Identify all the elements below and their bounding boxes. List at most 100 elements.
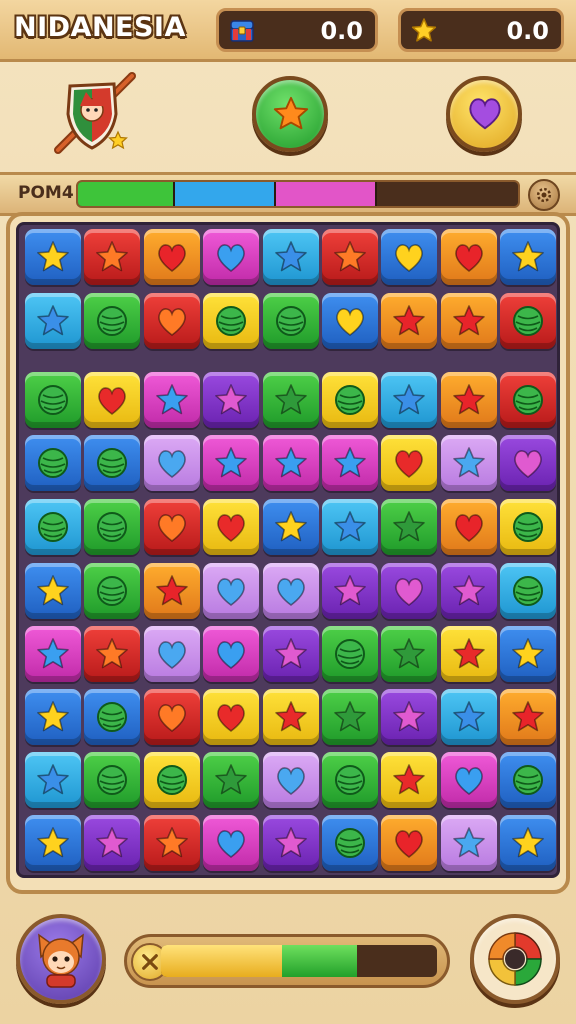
board-tile-orange-star[interactable] <box>500 689 557 745</box>
booster-dial-button[interactable] <box>470 914 560 1004</box>
board-tile-green-ball[interactable] <box>84 563 141 619</box>
board-tile-orange-heart[interactable] <box>381 815 438 871</box>
board-tile-yellow-star[interactable] <box>440 626 497 682</box>
board-tile-purple-star[interactable] <box>262 815 319 871</box>
board-tile-red-heart[interactable] <box>143 293 200 349</box>
board-tile-orange-heart[interactable] <box>143 229 200 285</box>
board-tile-blue-star[interactable] <box>25 815 81 871</box>
board-tile-red-ball[interactable] <box>500 293 557 349</box>
board-tile-red-heart[interactable] <box>143 689 200 745</box>
board-tile-green-ball[interactable] <box>322 752 378 808</box>
board-tile-cyan-star[interactable] <box>262 229 319 285</box>
board-tile-lavender-heart[interactable] <box>143 626 200 682</box>
board-tile-magenta-star[interactable] <box>322 435 378 491</box>
board-tile-magenta-star[interactable] <box>262 435 319 491</box>
board-tile-red-ball[interactable] <box>500 372 557 428</box>
board-tile-green-ball[interactable] <box>84 752 141 808</box>
board-tile-orange-star[interactable] <box>440 372 497 428</box>
board-tile-lavender-star[interactable] <box>440 815 497 871</box>
board-tile-green-star[interactable] <box>381 626 438 682</box>
ball-icon <box>97 576 128 606</box>
board-tile-yellow-heart[interactable] <box>203 499 260 555</box>
board-tile-lavender-heart[interactable] <box>262 752 319 808</box>
board-tile-cyan-ball[interactable] <box>25 499 81 555</box>
board-tile-blue-star[interactable] <box>500 229 557 285</box>
board-tile-lavender-heart[interactable] <box>203 563 260 619</box>
board-tile-cyan-star[interactable] <box>25 752 81 808</box>
board-tile-orange-star[interactable] <box>381 293 438 349</box>
board-tile-cyan-star[interactable] <box>440 689 497 745</box>
board-tile-blue-star[interactable] <box>500 815 557 871</box>
board-tile-purple-star[interactable] <box>440 563 497 619</box>
star-icon <box>393 384 426 415</box>
board-tile-blue-heart[interactable] <box>381 229 438 285</box>
board-tile-red-star[interactable] <box>84 229 141 285</box>
board-tile-cyan-star[interactable] <box>381 372 438 428</box>
board-tile-red-star[interactable] <box>143 815 200 871</box>
board-tile-red-star[interactable] <box>84 626 141 682</box>
board-tile-blue-ball[interactable] <box>322 815 378 871</box>
board-tile-orange-heart[interactable] <box>440 499 497 555</box>
star-booster-button[interactable] <box>252 76 328 152</box>
board-tile-magenta-heart[interactable] <box>440 752 497 808</box>
board-tile-blue-star[interactable] <box>25 689 81 745</box>
board-tile-lavender-star[interactable] <box>440 435 497 491</box>
board-tile-green-ball[interactable] <box>262 293 319 349</box>
board-tile-orange-heart[interactable] <box>440 229 497 285</box>
settings-button[interactable] <box>528 179 560 211</box>
board-tile-blue-ball[interactable] <box>84 689 141 745</box>
board-tile-purple-heart[interactable] <box>500 435 557 491</box>
avatar-button[interactable] <box>16 914 106 1004</box>
board-tile-magenta-star[interactable] <box>143 372 200 428</box>
board-tile-purple-star[interactable] <box>381 689 438 745</box>
ball-icon <box>97 306 128 336</box>
board-tile-green-star[interactable] <box>262 372 319 428</box>
board-tile-yellow-ball[interactable] <box>500 499 557 555</box>
board-tile-green-star[interactable] <box>381 499 438 555</box>
board-tile-lavender-heart[interactable] <box>262 563 319 619</box>
star-icon <box>274 638 307 669</box>
board-tile-yellow-ball[interactable] <box>203 293 260 349</box>
board-tile-blue-ball[interactable] <box>500 752 557 808</box>
board-tile-yellow-ball[interactable] <box>143 752 200 808</box>
board-tile-blue-ball[interactable] <box>84 435 141 491</box>
board-tile-blue-star[interactable] <box>25 229 81 285</box>
board-tile-blue-star[interactable] <box>25 563 81 619</box>
board-tile-green-ball[interactable] <box>322 626 378 682</box>
board-tile-yellow-heart[interactable] <box>381 435 438 491</box>
board-tile-lavender-heart[interactable] <box>143 435 200 491</box>
board-tile-yellow-heart[interactable] <box>203 689 260 745</box>
board-tile-yellow-ball[interactable] <box>322 372 378 428</box>
board-tile-green-ball[interactable] <box>84 499 141 555</box>
board-tile-green-star[interactable] <box>322 689 378 745</box>
board-tile-blue-star[interactable] <box>500 626 557 682</box>
board-tile-red-star[interactable] <box>322 229 378 285</box>
board-tile-yellow-star[interactable] <box>381 752 438 808</box>
board-tile-yellow-star[interactable] <box>262 689 319 745</box>
board-tile-blue-star[interactable] <box>262 499 319 555</box>
hero-badge-button[interactable] <box>52 70 138 156</box>
board-tile-magenta-heart[interactable] <box>203 626 260 682</box>
board-tile-yellow-heart[interactable] <box>84 372 141 428</box>
board-tile-purple-star[interactable] <box>322 563 378 619</box>
board-tile-magenta-star[interactable] <box>25 626 81 682</box>
board-tile-cyan-star[interactable] <box>322 499 378 555</box>
board-tile-purple-star[interactable] <box>262 626 319 682</box>
board-tile-green-star[interactable] <box>203 752 260 808</box>
board-tile-magenta-star[interactable] <box>203 435 260 491</box>
board-tile-cyan-star[interactable] <box>25 293 81 349</box>
board-tile-magenta-heart[interactable] <box>203 815 260 871</box>
heart-booster-button[interactable] <box>446 76 522 152</box>
board-tile-green-ball[interactable] <box>25 372 81 428</box>
board-tile-cyan-ball[interactable] <box>500 563 557 619</box>
board-tile-purple-heart[interactable] <box>381 563 438 619</box>
board-tile-red-heart[interactable] <box>143 499 200 555</box>
board-tile-green-ball[interactable] <box>84 293 141 349</box>
board-tile-orange-star[interactable] <box>143 563 200 619</box>
board-tile-blue-ball[interactable] <box>25 435 81 491</box>
board-tile-magenta-heart[interactable] <box>203 229 260 285</box>
board-tile-purple-star[interactable] <box>84 815 141 871</box>
board-tile-blue-heart[interactable] <box>322 293 378 349</box>
board-tile-orange-star[interactable] <box>440 293 497 349</box>
board-tile-purple-star[interactable] <box>203 372 260 428</box>
